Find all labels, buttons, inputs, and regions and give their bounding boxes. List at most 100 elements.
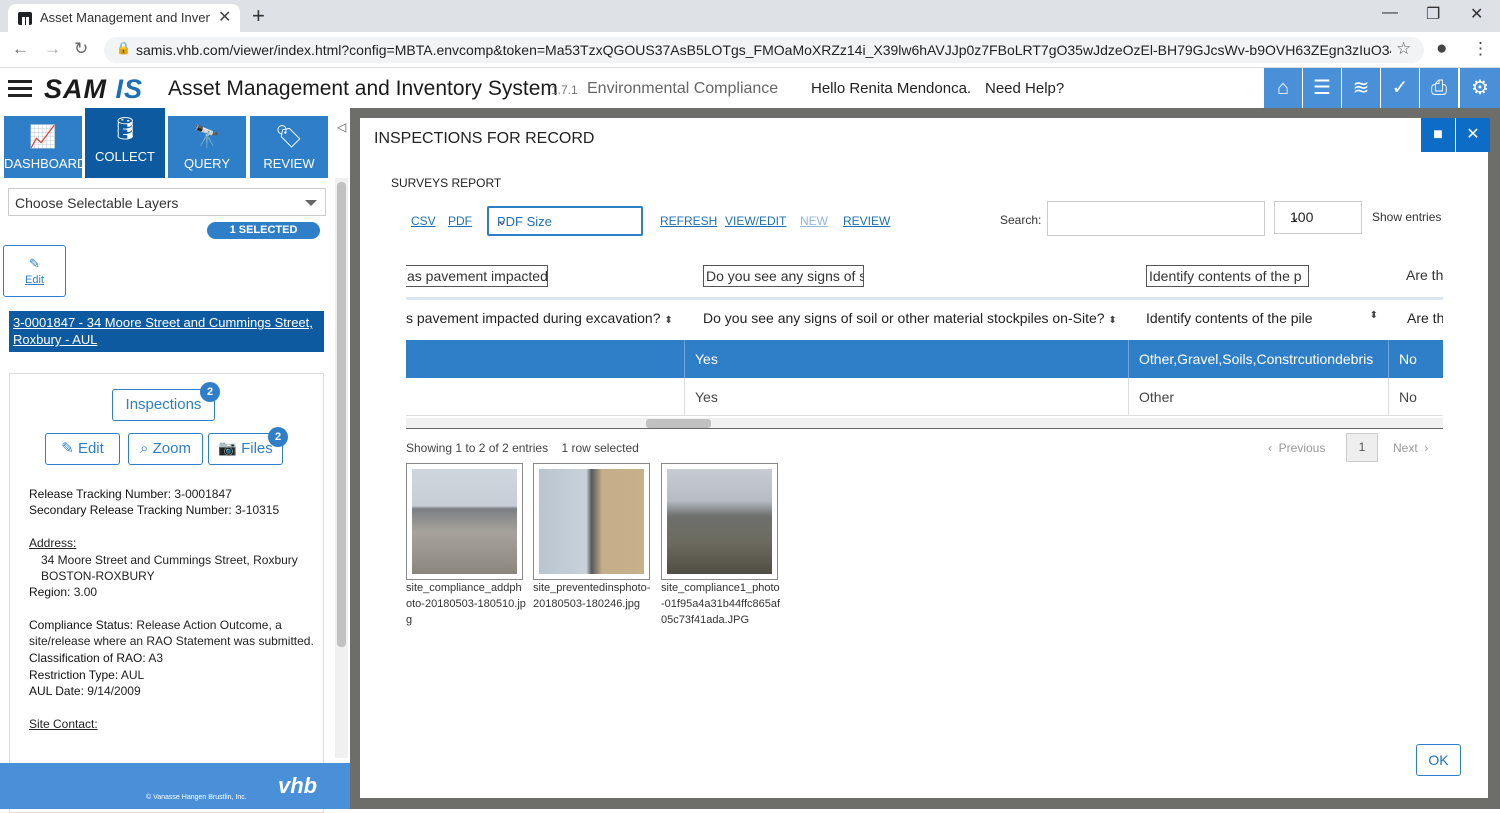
layers-icon[interactable]: ≋ [1342, 68, 1380, 108]
site-contact-label: Site Contact: [29, 717, 98, 731]
release-tracking-number: Release Tracking Number: 3-0001847 [29, 487, 232, 501]
forward-icon[interactable]: → [44, 39, 61, 59]
pdf-link[interactable]: PDF [448, 214, 472, 228]
chevron-down-icon: ⌄ [497, 214, 508, 228]
back-icon[interactable]: ← [12, 39, 29, 59]
site-favicon-icon [18, 12, 32, 25]
graduation-cap-icon[interactable]: ✓ [1381, 68, 1419, 108]
close-tab-icon[interactable]: ✕ [218, 7, 231, 27]
column-filter-input[interactable]: Do you see any signs of s [703, 265, 864, 287]
selectable-layers-dropdown[interactable]: Choose Selectable Layers [8, 188, 326, 216]
surveys-report-label: SURVEYS REPORT [391, 176, 502, 190]
edit-icon: ✎ [61, 440, 74, 457]
browser-menu-icon[interactable]: ⋮ [1472, 39, 1489, 59]
reload-icon[interactable]: ↻ [74, 39, 88, 59]
collapse-panel-icon[interactable]: ◁ [337, 120, 346, 134]
address-bar[interactable]: 🔒 samis.vhb.com/viewer/index.html?config… [104, 37, 1424, 63]
bookmark-star-icon[interactable]: ☆ [1396, 39, 1411, 59]
column-header[interactable]: Identify contents of the pile ⬍ [1146, 310, 1378, 326]
column-header[interactable]: Do you see any signs of soil or other ma… [703, 310, 1117, 326]
review-link[interactable]: REVIEW [843, 214, 890, 228]
table-horizontal-scrollbar[interactable] [406, 418, 1443, 429]
camera-icon: 📷 [218, 440, 237, 457]
selected-record-link[interactable]: 3-0001847 - 34 Moore Street and Cummings… [9, 311, 324, 352]
table-row[interactable]: Yes Other No [406, 378, 1443, 416]
column-filter-input[interactable]: as pavement impacted [406, 265, 548, 287]
left-panel-scrollbar[interactable] [335, 178, 348, 758]
minimize-icon[interactable]: — [1382, 4, 1398, 22]
region: Region: 3.00 [29, 585, 98, 599]
print-icon[interactable]: ⎙ [1420, 68, 1458, 108]
selected-record-badge: 1 SELECTED RECORD [207, 222, 320, 253]
photo-thumbnail[interactable] [406, 463, 523, 580]
site-photo-1 [412, 469, 517, 574]
restore-icon[interactable]: ❐ [1426, 4, 1440, 24]
column-divider [684, 340, 685, 378]
header-divider [406, 297, 1443, 300]
page-size-select[interactable]: 100 ⌄ [1274, 201, 1362, 234]
settings-gear-icon[interactable]: ⚙ [1460, 68, 1500, 108]
edit-icon: ✎ [29, 256, 40, 271]
compliance-status: Compliance Status: Release Action Outcom… [29, 618, 282, 632]
edit-button[interactable]: ✎ Edit [45, 433, 120, 465]
nav-dashboard[interactable]: 📈 DASHBOARD [4, 116, 86, 178]
files-count-badge: 2 [268, 427, 288, 447]
zoom-button[interactable]: ⌕ Zoom [128, 433, 203, 465]
new-tab-icon[interactable]: + [252, 3, 265, 29]
table-cell: Other,Gravel,Soils,Constrcutiondebris [1139, 351, 1374, 367]
home-icon[interactable]: ⌂ [1264, 68, 1302, 108]
column-divider [1388, 378, 1389, 416]
table-row-selected[interactable]: Yes Other,Gravel,Soils,Constrcutiondebri… [406, 340, 1443, 378]
new-link[interactable]: NEW [800, 214, 828, 228]
table-cell: Yes [695, 351, 718, 367]
database-icon: 🛢 [111, 116, 139, 141]
address-line-2: BOSTON-ROXBURY [41, 569, 155, 583]
column-header[interactable]: Are th [1407, 310, 1443, 326]
pdf-size-select[interactable]: PDF Size ⌄ [487, 206, 643, 236]
compliance-status-cont: site/release where an RAO Statement was … [29, 634, 314, 648]
column-filter-input[interactable]: Are th [1404, 265, 1443, 287]
browser-tab-bar: Asset Management and Inventor ✕ + — ❐ ✕ [0, 0, 1500, 32]
nav-collect[interactable]: 🛢 COLLECT [85, 108, 165, 178]
app-logo: SAM IS [44, 74, 144, 104]
page-1-button[interactable]: 1 [1346, 433, 1378, 462]
hamburger-menu-icon[interactable] [8, 80, 32, 83]
close-icon[interactable]: ✕ [1456, 118, 1490, 152]
refresh-link[interactable]: REFRESH [660, 214, 717, 228]
browser-tab[interactable]: Asset Management and Inventor ✕ [8, 4, 240, 32]
edit-selection-button[interactable]: ✎ Edit [3, 245, 66, 297]
csv-link[interactable]: CSV [411, 214, 436, 228]
photo-caption: site_compliance1_photo-01f95a4a31b44ffc8… [661, 582, 781, 626]
photo-thumbnail[interactable] [533, 463, 650, 580]
search-label: Search: [1000, 213, 1042, 227]
app-title: Asset Management and Inventory System [168, 77, 558, 100]
column-filter-input[interactable]: Identify contents of the p [1146, 265, 1309, 287]
show-entries-label: Show entries [1372, 210, 1442, 224]
address-line-1: 34 Moore Street and Cummings Street, Rox… [41, 553, 298, 567]
ok-button[interactable]: OK [1416, 744, 1461, 776]
list-icon[interactable]: ☰ [1303, 68, 1341, 108]
profile-icon[interactable]: ● [1436, 38, 1447, 60]
app-header: SAM IS Asset Management and Inventory Sy… [0, 68, 1500, 108]
table-cell: Other [1139, 389, 1175, 405]
close-window-icon[interactable]: ✕ [1470, 4, 1483, 24]
surveys-table: as pavement impacted Do you see any sign… [406, 258, 1443, 428]
url-text: samis.vhb.com/viewer/index.html?config=M… [136, 42, 1391, 58]
aul-date: AUL Date: 9/14/2009 [29, 684, 141, 698]
previous-page-button[interactable]: ‹ Previous [1268, 441, 1325, 455]
dropdown-caret-icon [305, 200, 317, 206]
module-name: Environmental Compliance [587, 80, 779, 97]
search-icon: ⌕ [140, 440, 149, 457]
maximize-icon[interactable]: ■ [1421, 118, 1455, 152]
view-edit-link[interactable]: VIEW/EDIT [725, 214, 786, 228]
photo-thumbnail[interactable] [661, 463, 778, 580]
nav-review[interactable]: 🏷 REVIEW [250, 116, 328, 178]
column-header[interactable]: s pavement impacted during excavation? ⬍ [406, 310, 673, 326]
restriction-type: Restriction Type: AUL [29, 668, 145, 682]
help-link[interactable]: Need Help? [985, 80, 1064, 97]
table-info: Showing 1 to 2 of 2 entries 1 row select… [406, 441, 639, 455]
search-input[interactable] [1047, 201, 1265, 236]
nav-query[interactable]: 🔭 QUERY [168, 116, 246, 178]
next-page-button[interactable]: Next › [1393, 441, 1428, 455]
column-divider [1388, 340, 1389, 378]
